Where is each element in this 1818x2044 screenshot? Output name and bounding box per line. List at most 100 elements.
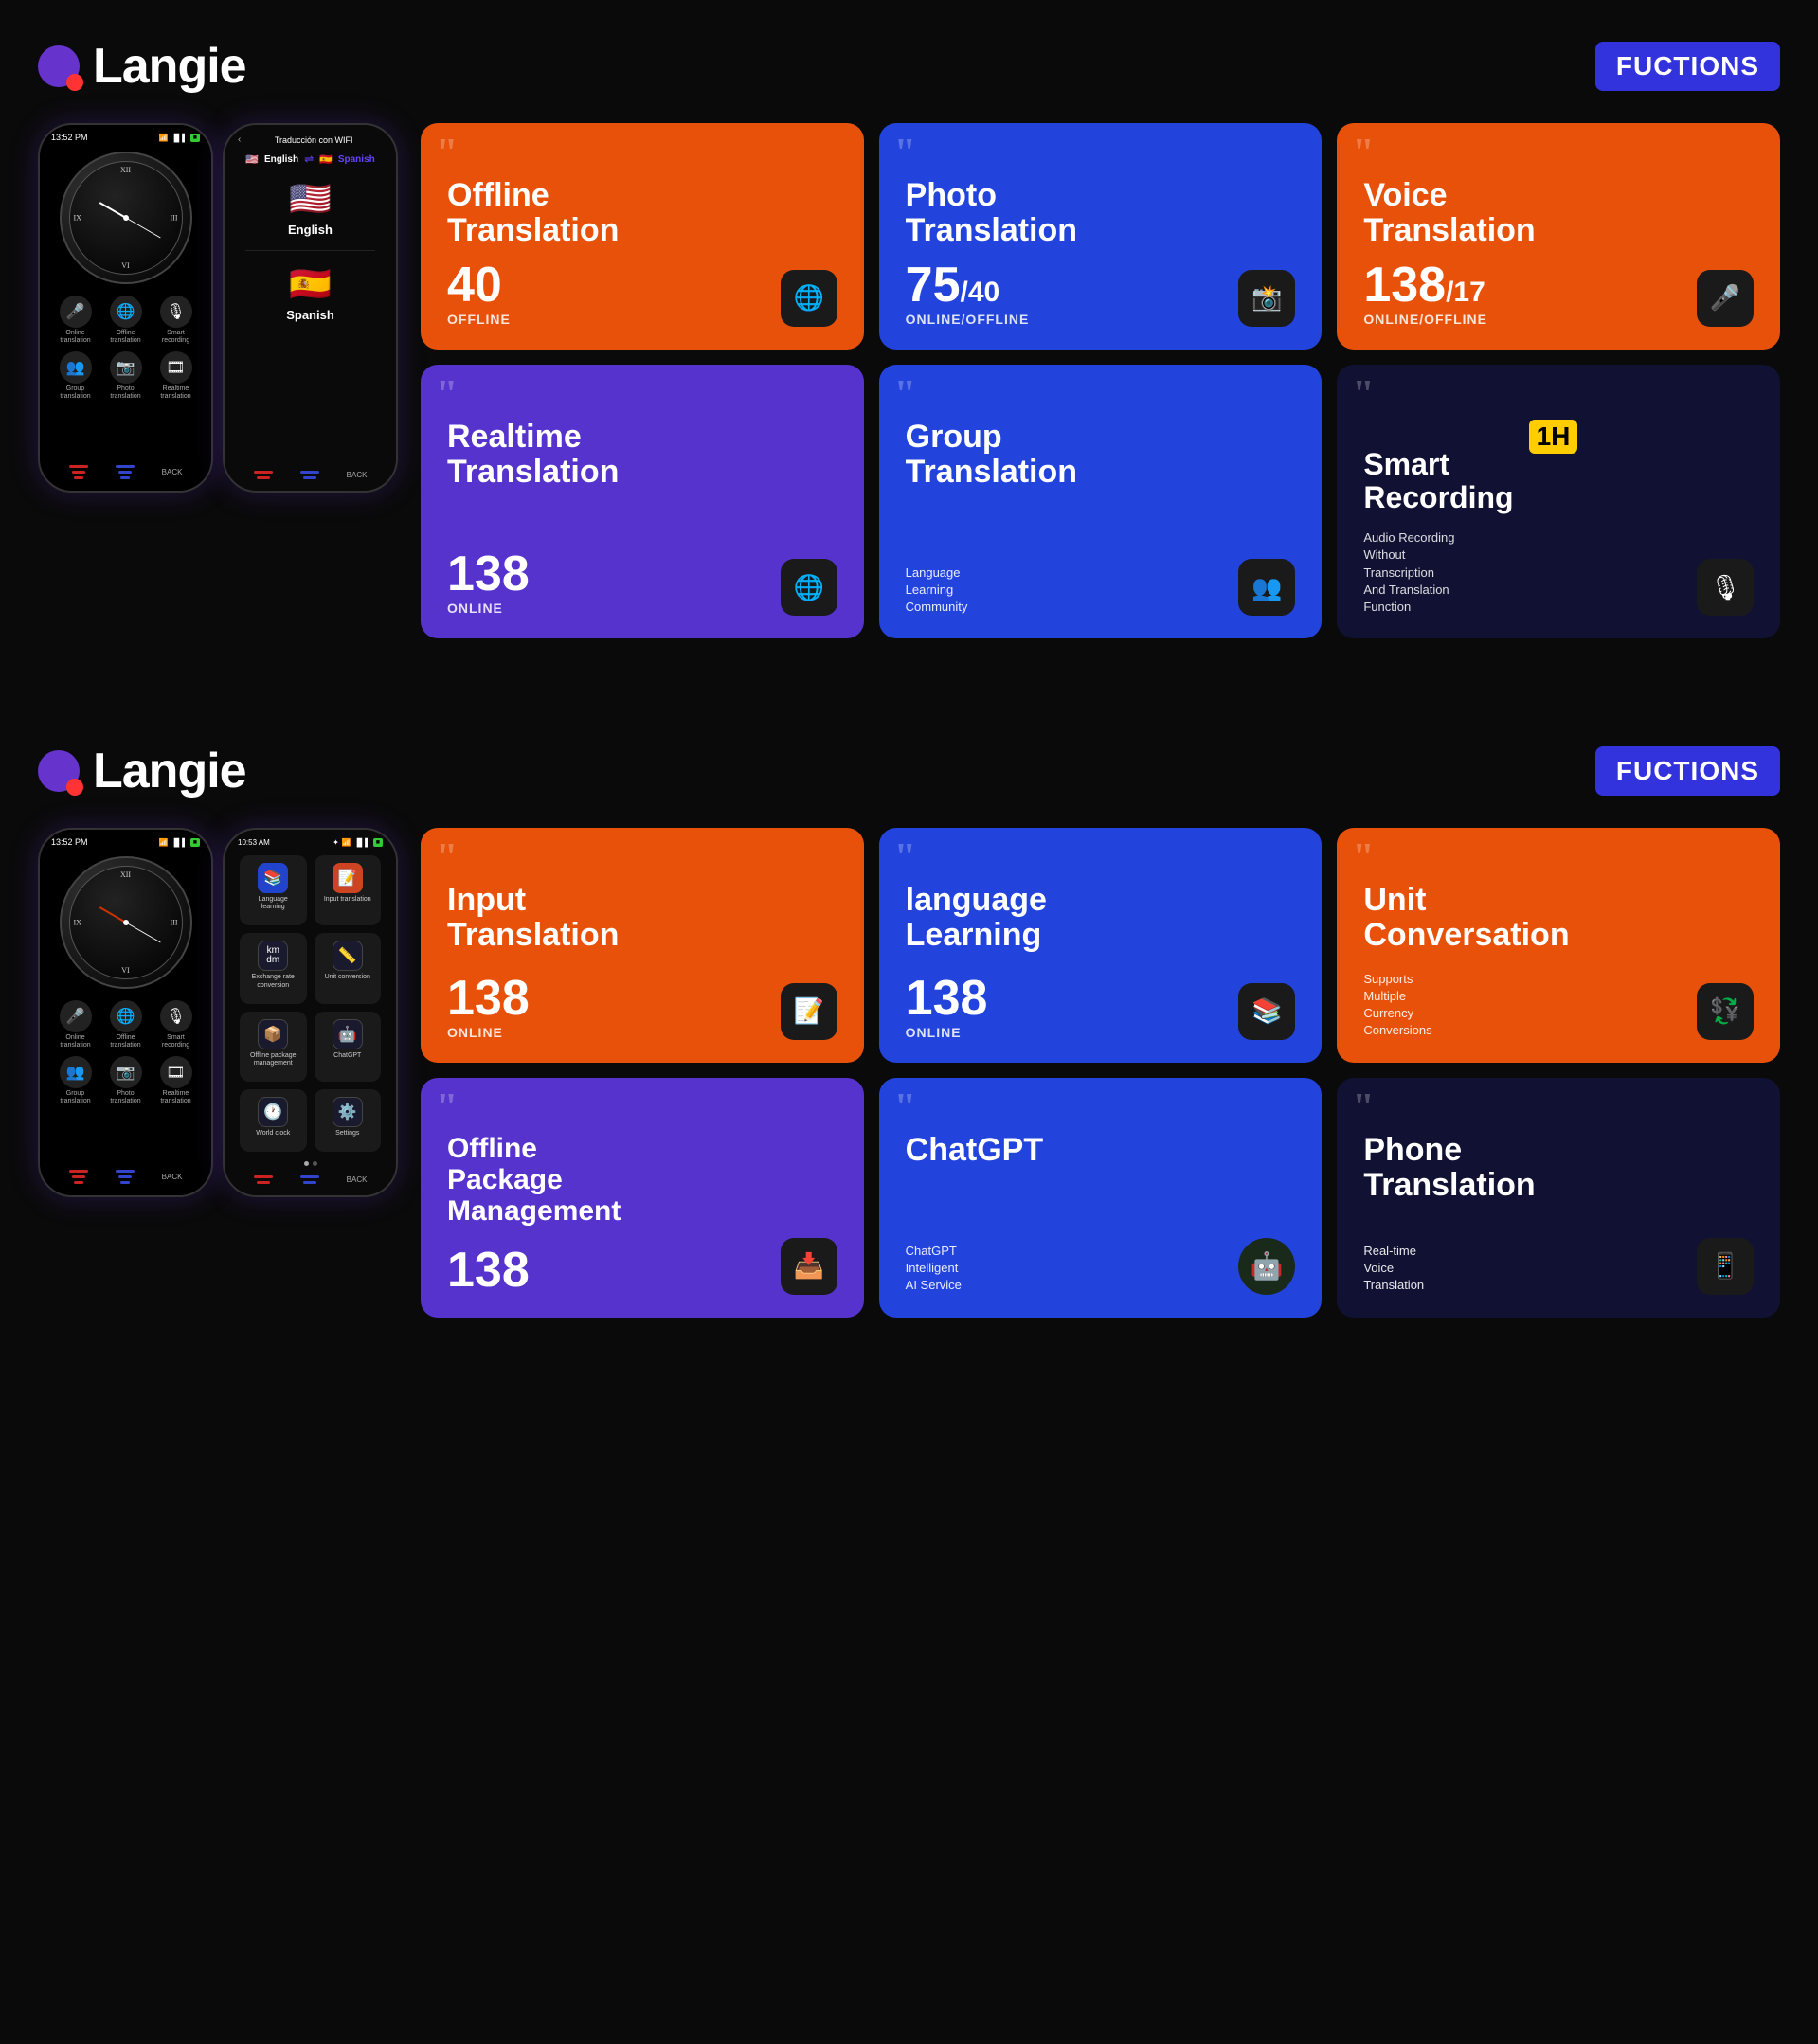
back-arrow[interactable]: ‹ [238, 134, 241, 145]
flag-item-english: 🇺🇸 English [245, 179, 375, 237]
card-7-icon: 📝 [781, 983, 837, 1040]
card-offline-translation[interactable]: " OfflineTranslation 40 OFFLINE 🌐 [421, 123, 864, 350]
phones-area-2: 13:52 PM 📶 ▐▌▌ ■ XII III VI I [38, 828, 398, 1197]
back-label-3[interactable]: BACK [162, 1173, 183, 1181]
menu-item-settings[interactable]: ⚙️ Settings [315, 1089, 382, 1152]
app-icon-offline-translation[interactable]: 🌐 Offlinetranslation [103, 296, 148, 346]
card-language-learning[interactable]: " languageLearning 138 ONLINE 📚 [879, 828, 1323, 1063]
watch-inner-2: XII III VI IX [69, 866, 183, 979]
card-7-title: InputTranslation [447, 883, 837, 954]
card-5-bottom: LanguageLearningCommunity 👥 [906, 559, 1296, 617]
menu-label-input: Input translation [324, 896, 371, 904]
app-icon-offline-translation-img: 🌐 [110, 296, 142, 328]
app-icon-smart-recording-label: Smartrecording [162, 330, 189, 346]
card-offline-package[interactable]: " OfflinePackageManagement 138 📥 [421, 1078, 864, 1318]
phone-4-status-icons: ✦ 📶 ▐▌▌ ■ [333, 838, 383, 847]
card-10-bottom: 138 📥 [447, 1238, 837, 1295]
menu-icon-input: 📝 [333, 863, 363, 893]
lang-switcher[interactable]: 🇺🇸 English ⇌ 🇪🇸 Spanish [230, 149, 390, 170]
battery-icon-2: ■ [190, 838, 200, 847]
back-label-2[interactable]: BACK [347, 471, 368, 479]
bottom-bar3-icon-1[interactable] [69, 1170, 88, 1184]
card-6-icon: 🎙 [1697, 559, 1754, 616]
card-input-translation[interactable]: " InputTranslation 138 ONLINE 📝 [421, 828, 864, 1063]
spanish-label: Spanish [286, 308, 334, 322]
app-icon-offline-2[interactable]: 🌐 Offlinetranslation [103, 1000, 148, 1050]
card-9-bottom: SupportsMultipleCurrencyConversions 💱 [1363, 965, 1754, 1040]
phone-4-bottom: BACK [230, 1170, 390, 1188]
bar-red-2 [72, 471, 85, 474]
card-photo-translation[interactable]: " PhotoTranslation 75/40 ONLINE/OFFLINE … [879, 123, 1323, 350]
card-4-subtitle: ONLINE [447, 601, 530, 616]
card-12-quote: " [1352, 1093, 1374, 1125]
menu-icon-worldclock: 🕐 [258, 1097, 288, 1127]
card-voice-translation[interactable]: " VoiceTranslation 138/17 ONLINE/OFFLINE… [1337, 123, 1780, 350]
menu-item-worldclock[interactable]: 🕐 World clock [240, 1089, 307, 1152]
bottom-bar-icon-2[interactable] [116, 465, 135, 479]
card-unit-conversation[interactable]: " UnitConversation SupportsMultipleCurre… [1337, 828, 1780, 1063]
dot-1 [304, 1161, 309, 1166]
card-6-desc: Audio RecordingWithoutTranscriptionAnd T… [1363, 529, 1454, 616]
card-9-desc: SupportsMultipleCurrencyConversions [1363, 971, 1431, 1040]
signal-icon: ▐▌▌ [171, 134, 188, 142]
card-12-bottom: Real-timeVoiceTranslation 📱 [1363, 1237, 1754, 1295]
bottom-bar4-icon-2[interactable] [300, 1175, 319, 1184]
menu-item-chatgpt[interactable]: 🤖 ChatGPT [315, 1012, 382, 1082]
card-11-icon: 🤖 [1238, 1238, 1295, 1295]
menu-label-exchange: Exchange rateconversion [252, 974, 295, 990]
card-8-subtitle: ONLINE [906, 1025, 988, 1040]
card-9-quote: " [1352, 843, 1374, 875]
phone-3-bottom: BACK [45, 1164, 206, 1188]
app-icon-online-translation[interactable]: 🎤 Onlinetranslation [53, 296, 98, 346]
card-phone-translation[interactable]: " PhoneTranslation Real-timeVoiceTransla… [1337, 1078, 1780, 1318]
app-icon-realtime-translation[interactable]: 🎞 Realtimetranslation [153, 351, 198, 402]
app-icon-smart-2-label: Smartrecording [162, 1034, 189, 1050]
app-icon-group-translation[interactable]: 👥 Grouptranslation [53, 351, 98, 402]
card-9-title: UnitConversation [1363, 883, 1754, 954]
app-icon-realtime-2[interactable]: 🎞 Realtimetranslation [153, 1056, 198, 1106]
card-2-subtitle: ONLINE/OFFLINE [906, 312, 1030, 327]
card-2-title: PhotoTranslation [906, 178, 1296, 249]
watch2-num-6: VI [121, 966, 129, 975]
card-chatgpt[interactable]: " ChatGPT ChatGPTIntelligentAI Service 🤖 [879, 1078, 1323, 1318]
menu-item-language-learning[interactable]: 📚 Language learning [240, 855, 307, 925]
card-smart-recording[interactable]: " SmartRecording 1H Audio RecordingWitho… [1337, 365, 1780, 638]
watch-num-12: XII [120, 166, 131, 174]
menu-item-offline-pkg[interactable]: 📦 Offline packagemanagement [240, 1012, 307, 1082]
bottom-bar-icon-1[interactable] [69, 465, 88, 479]
back-label-4[interactable]: BACK [347, 1175, 368, 1184]
flag-left: 🇺🇸 [245, 153, 259, 166]
card-12-icon: 📱 [1697, 1238, 1754, 1295]
card-2-icon: 📸 [1238, 270, 1295, 327]
app-icon-photo-2[interactable]: 📷 Phototranslation [103, 1056, 148, 1106]
app-icon-group-2[interactable]: 👥 Grouptranslation [53, 1056, 98, 1106]
card-7-count: 138 [447, 974, 530, 1023]
card-realtime-translation[interactable]: " RealtimeTranslation 138 ONLINE 🌐 [421, 365, 864, 638]
menu-label-worldclock: World clock [256, 1130, 290, 1138]
card-group-translation[interactable]: " GroupTranslation LanguageLearningCommu… [879, 365, 1323, 638]
bottom-bar3-icon-2[interactable] [116, 1170, 135, 1184]
app-icon-smart-recording[interactable]: 🎙 Smartrecording [153, 296, 198, 346]
bottom-bar2-icon-2[interactable] [300, 471, 319, 479]
bottom-bar2-icon-1[interactable] [254, 471, 273, 479]
watch-num-3: III [171, 214, 178, 223]
app-icon-group-translation-img: 👥 [60, 351, 92, 384]
app-icon-online-2[interactable]: 🎤 Onlinetranslation [53, 1000, 98, 1050]
menu-item-unit[interactable]: 📏 Unit conversion [315, 933, 382, 1003]
menu-label-offline-pkg: Offline packagemanagement [250, 1052, 297, 1068]
card-7-count-area: 138 ONLINE [447, 974, 530, 1040]
back-label-1[interactable]: BACK [162, 468, 183, 476]
app-icon-online-translation-label: Onlinetranslation [60, 330, 90, 346]
card-5-desc: LanguageLearningCommunity [906, 565, 968, 617]
bottom-bar4-icon-1[interactable] [254, 1175, 273, 1184]
app-icon-photo-translation[interactable]: 📷 Phototranslation [103, 351, 148, 402]
menu-item-exchange[interactable]: kmdm Exchange rateconversion [240, 933, 307, 1003]
lang-swap-icon[interactable]: ⇌ [304, 152, 314, 166]
menu-label-chatgpt: ChatGPT [333, 1052, 361, 1060]
card-6-title: SmartRecording [1363, 448, 1513, 514]
section-2: Langie FUCTIONS 13:52 PM 📶 ▐▌▌ ■ [0, 695, 1818, 1374]
card-7-bottom: 138 ONLINE 📝 [447, 974, 837, 1040]
card-1-count-area: 40 OFFLINE [447, 260, 511, 327]
menu-item-input-translation[interactable]: 📝 Input translation [315, 855, 382, 925]
app-icon-smart-2[interactable]: 🎙 Smartrecording [153, 1000, 198, 1050]
